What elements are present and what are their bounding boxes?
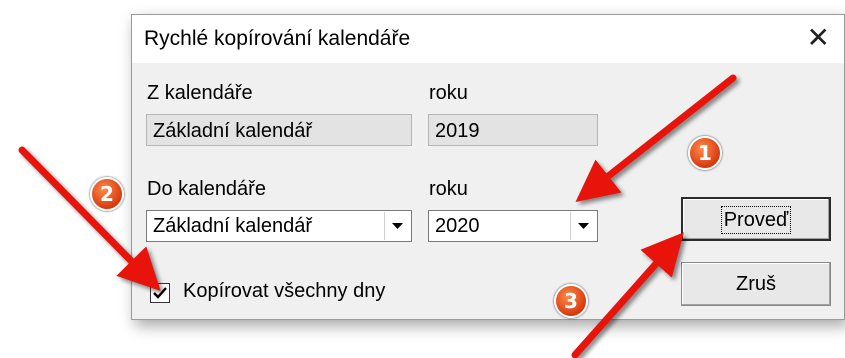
from-year-value: 2019 (435, 120, 480, 142)
annotation-badge-3: 3 (554, 284, 588, 318)
annotation-badge-2: 2 (90, 177, 124, 211)
to-calendar-value: Základní kalendář (153, 215, 312, 237)
from-year-label: roku (429, 82, 468, 104)
execute-button[interactable]: Proveď (681, 197, 831, 241)
execute-button-label: Proveď (720, 206, 792, 234)
from-calendar-value: Základní kalendář (153, 120, 312, 142)
to-calendar-label: Do kalendáře (147, 178, 266, 200)
annotation-badge-1: 1 (688, 136, 722, 170)
copy-all-days-checkbox[interactable] (150, 283, 170, 303)
cancel-button-label: Zruš (736, 273, 776, 295)
close-icon[interactable]: ✕ (807, 23, 830, 53)
checkmark-icon (153, 287, 167, 299)
to-year-label: roku (429, 178, 468, 200)
title-bar: Rychlé kopírování kalendáře ✕ (132, 15, 844, 63)
arrow-2 (18, 146, 161, 291)
to-calendar-select[interactable]: Základní kalendář (146, 210, 412, 242)
from-year-field: 2019 (428, 114, 598, 146)
from-calendar-label: Z kalendáře (147, 82, 253, 104)
to-year-value: 2020 (435, 215, 480, 237)
cancel-button[interactable]: Zruš (681, 262, 831, 306)
chevron-down-icon[interactable] (570, 212, 596, 240)
from-calendar-field: Základní kalendář (146, 114, 412, 146)
dialog-title: Rychlé kopírování kalendáře (144, 27, 411, 50)
chevron-down-icon[interactable] (384, 212, 410, 240)
copy-all-days-label[interactable]: Kopírovat všechny dny (183, 280, 385, 303)
to-year-select[interactable]: 2020 (428, 210, 598, 242)
